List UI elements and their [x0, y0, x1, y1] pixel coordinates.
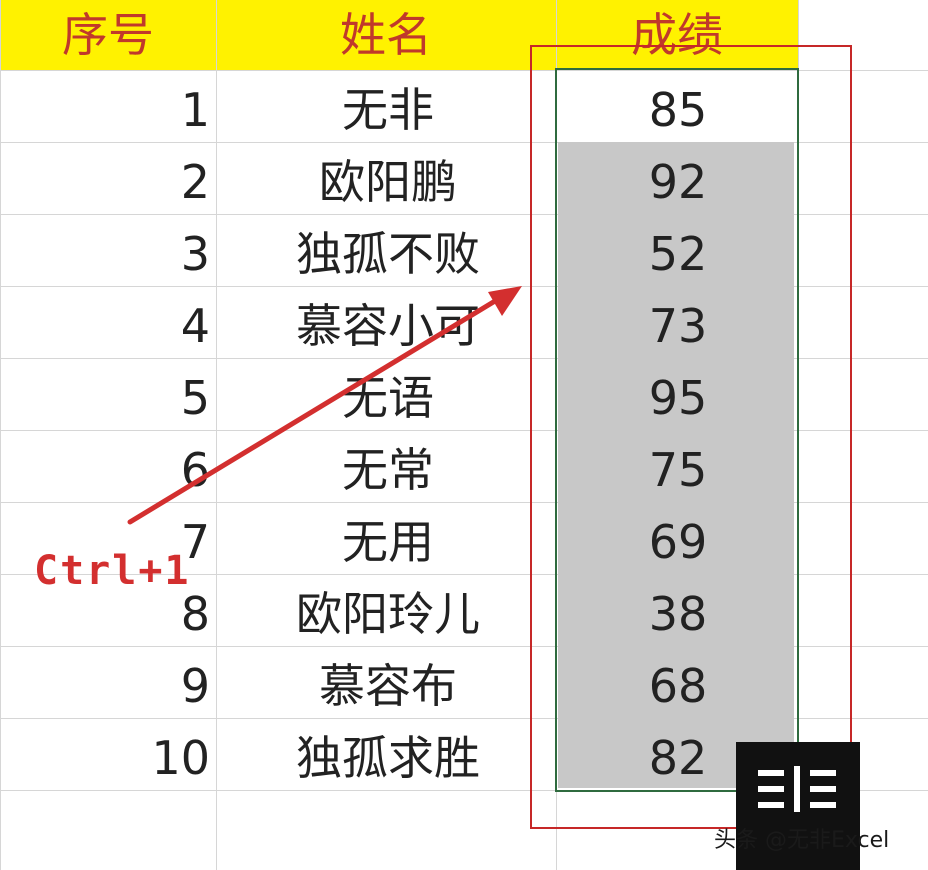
shortcut-label: Ctrl+1 — [34, 548, 191, 594]
watermark-text: 头条 @无非Excel — [714, 828, 890, 853]
spreadsheet: 序号 姓名 成绩 1 无非 85 2 欧阳鹏 92 3 独孤不败 52 4 慕容… — [0, 0, 928, 870]
red-arrow-icon — [127, 286, 522, 525]
